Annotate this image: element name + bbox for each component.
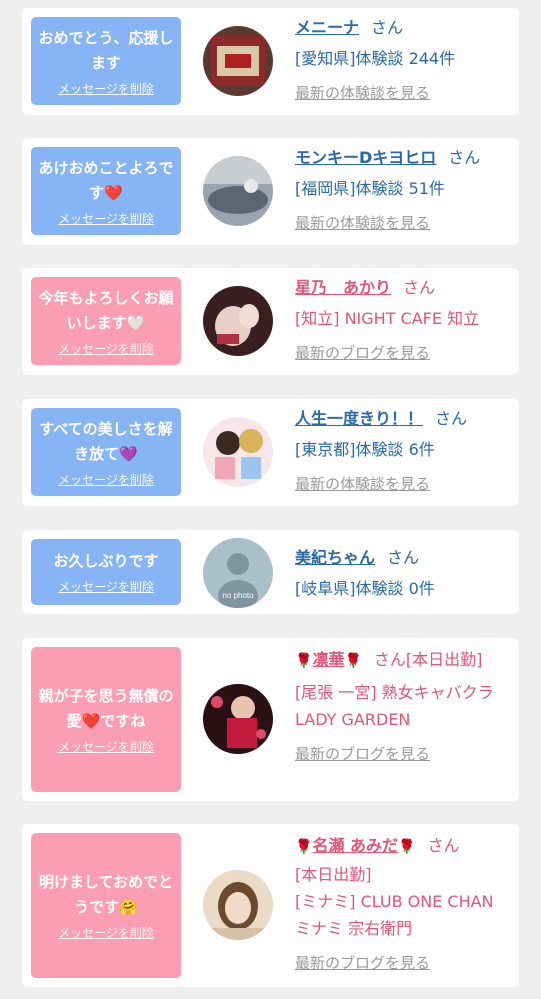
latest-post-link[interactable]: 最新のブログを見る <box>295 340 509 367</box>
user-detail: [福岡県]体験談 51件 <box>295 179 445 198</box>
user-name-link[interactable]: 美紀ちゃん <box>295 548 375 567</box>
message-text: すべての美しさを解き放て💜 <box>39 419 173 463</box>
latest-post-link[interactable]: 最新の体験談を見る <box>295 471 509 498</box>
user-detail: [尾張 一宮] 熟女キャバクラ LADY GARDEN <box>295 683 494 729</box>
avatar[interactable]: no photo <box>203 538 273 608</box>
delete-message-link[interactable]: メッセージを削除 <box>37 340 175 357</box>
delete-message-link[interactable]: メッセージを削除 <box>37 578 175 595</box>
message-card: あけおめことよろです❤️ メッセージを削除 モンキーDキヨヒロ さん [福岡県]体… <box>22 138 519 245</box>
rose-icon: 🌹 <box>344 653 362 669</box>
message-card: すべての美しさを解き放て💜 メッセージを削除 人生一度きり！！ さん [東京都]体… <box>22 399 519 506</box>
message-bubble: 親が子を思う無償の愛❤️ですね メッセージを削除 <box>31 647 181 792</box>
rose-icon: 🌹 <box>398 839 416 855</box>
delete-message-link[interactable]: メッセージを削除 <box>37 80 175 97</box>
delete-message-link[interactable]: メッセージを削除 <box>37 210 175 227</box>
message-bubble: あけおめことよろです❤️ メッセージを削除 <box>31 147 181 235</box>
latest-post-link[interactable]: 最新の体験談を見る <box>295 80 509 107</box>
avatar[interactable] <box>203 156 273 226</box>
user-name-link[interactable]: モンキーDキヨヒロ <box>295 148 436 167</box>
user-name-link[interactable]: 名瀬 あみだ <box>312 836 398 855</box>
user-name-link[interactable]: 凛華 <box>312 650 344 669</box>
honorific: さん <box>387 548 420 567</box>
delete-message-link[interactable]: メッセージを削除 <box>37 924 175 941</box>
message-bubble: すべての美しさを解き放て💜 メッセージを削除 <box>31 408 181 496</box>
message-card: おめでとう、応援します メッセージを削除 メニーナ さん [愛知県]体験談 244… <box>22 8 519 115</box>
latest-post-link[interactable]: 最新のブログを見る <box>295 950 509 977</box>
rose-icon: 🌹 <box>295 653 313 669</box>
avatar[interactable] <box>203 286 273 356</box>
message-text: お久しぶりです <box>53 552 159 570</box>
message-text: 明けましておめでとうです🤗 <box>38 873 174 916</box>
message-bubble: 今年もよろしくお願いします🤍 メッセージを削除 <box>31 277 181 365</box>
honorific: さん <box>435 409 468 428</box>
user-detail: [ミナミ] CLUB ONE CHAN ミナミ 宗右衛門 <box>295 892 494 938</box>
user-detail: [愛知県]体験談 244件 <box>295 49 456 68</box>
avatar[interactable] <box>203 870 273 940</box>
user-name-link[interactable]: 星乃 あかり <box>295 278 391 297</box>
message-card: お久しぶりです メッセージを削除 no photo 美紀ちゃん さん [岐阜県]体… <box>22 530 519 614</box>
message-card: 明けましておめでとうです🤗 メッセージを削除 🌹名瀬 あみだ🌹 さん [本日出勤]… <box>22 824 519 987</box>
honorific: さん <box>371 18 404 37</box>
delete-message-link[interactable]: メッセージを削除 <box>37 471 175 488</box>
message-bubble: おめでとう、応援します メッセージを削除 <box>31 17 181 105</box>
no-photo-text: no photo <box>222 591 254 600</box>
message-text: 今年もよろしくお願いします🤍 <box>38 288 174 332</box>
honorific: さん <box>427 836 460 855</box>
message-text: おめでとう、応援します <box>38 28 174 72</box>
message-bubble: 明けましておめでとうです🤗 メッセージを削除 <box>31 833 181 978</box>
rose-icon: 🌹 <box>295 839 313 855</box>
honorific: さん <box>403 278 436 297</box>
avatar[interactable] <box>203 684 273 754</box>
honorific: さん <box>448 148 481 167</box>
avatar[interactable] <box>203 417 273 487</box>
message-card: 親が子を思う無償の愛❤️ですね メッセージを削除 🌹凛華🌹 さん[本日出勤] [尾… <box>22 638 519 801</box>
work-status: [本日出勤] <box>295 865 372 884</box>
user-detail: [知立] NIGHT CAFE 知立 <box>295 309 480 328</box>
message-text: あけおめことよろです❤️ <box>38 158 174 202</box>
user-detail: [岐阜県]体験談 0件 <box>295 579 435 598</box>
message-bubble: お久しぶりです メッセージを削除 <box>31 539 181 605</box>
message-text: 親が子を思う無償の愛❤️ですね <box>38 687 174 730</box>
latest-post-link[interactable]: 最新の体験談を見る <box>295 210 509 237</box>
message-card: 今年もよろしくお願いします🤍 メッセージを削除 星乃 あかり さん [知立] NI… <box>22 268 519 375</box>
honorific: さん[本日出勤] <box>373 650 483 669</box>
user-name-link[interactable]: 人生一度きり！！ <box>295 409 423 428</box>
avatar[interactable] <box>203 26 273 96</box>
latest-post-link[interactable]: 最新のブログを見る <box>295 741 509 768</box>
user-name-link[interactable]: メニーナ <box>295 18 359 37</box>
delete-message-link[interactable]: メッセージを削除 <box>37 738 175 755</box>
user-detail: [東京都]体験談 6件 <box>295 440 435 459</box>
